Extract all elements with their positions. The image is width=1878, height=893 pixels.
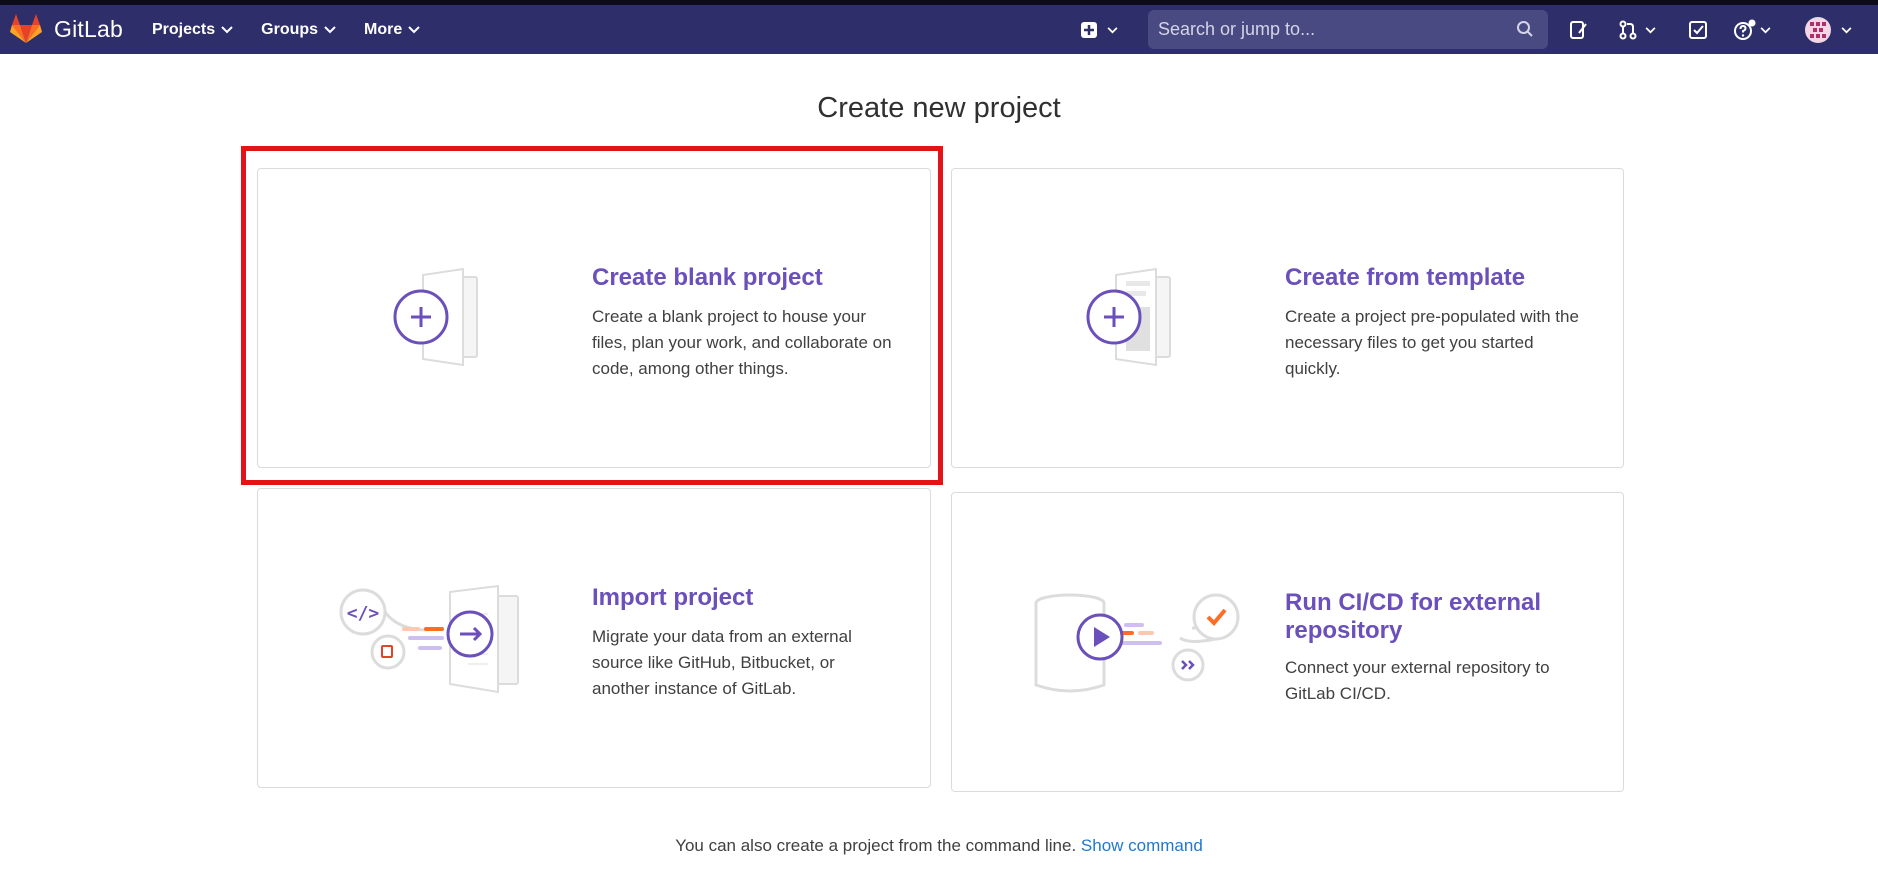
nav-more-dropdown[interactable]: More xyxy=(364,21,420,39)
card-description: Migrate your data from an external sourc… xyxy=(592,627,852,698)
chevron-down-icon xyxy=(1841,26,1852,33)
chevron-down-icon xyxy=(1760,26,1771,33)
nav-projects-label: Projects xyxy=(152,20,216,38)
import-illustration-icon: </> xyxy=(339,584,519,694)
todos-button[interactable] xyxy=(1688,15,1708,45)
chevron-down-icon xyxy=(1107,26,1118,33)
card-title: Run CI/CD for external repository xyxy=(1285,589,1542,644)
svg-text:</>: </> xyxy=(347,603,380,624)
card-title: Import project xyxy=(592,584,754,611)
new-item-dropdown[interactable] xyxy=(1080,15,1118,45)
show-command-link[interactable]: Show command xyxy=(1081,836,1203,855)
issues-button[interactable] xyxy=(1569,15,1589,45)
blank-project-illustration-icon xyxy=(393,267,478,367)
command-line-text: You can also create a project from the c… xyxy=(675,836,1077,855)
help-dropdown[interactable] xyxy=(1733,15,1771,45)
card-description: Create a blank project to house your fil… xyxy=(592,307,892,378)
chevron-down-icon xyxy=(408,25,420,33)
cicd-illustration-icon xyxy=(1034,593,1240,693)
nav-groups-label: Groups xyxy=(261,20,319,38)
chevron-down-icon xyxy=(1645,26,1656,33)
create-from-template-card[interactable]: Create from template Create a project pr… xyxy=(951,168,1624,468)
nav-groups-dropdown[interactable]: Groups xyxy=(261,21,336,39)
help-question-icon xyxy=(1734,19,1756,40)
card-title: Create from template xyxy=(1285,264,1526,291)
nav-more-label: More xyxy=(364,20,403,38)
merge-request-icon xyxy=(1619,20,1637,40)
command-line-hint: You can also create a project from the c… xyxy=(0,836,1878,856)
avatar xyxy=(1805,17,1831,43)
chevron-down-icon xyxy=(324,25,336,33)
card-description: Create a project pre-populated with the … xyxy=(1285,307,1579,378)
search-icon xyxy=(1517,21,1533,37)
search-input[interactable]: Search or jump to... xyxy=(1148,10,1548,49)
brand-name: GitLab xyxy=(54,15,123,42)
nav-menu: Projects Groups More xyxy=(152,5,448,54)
card-title: Create blank project xyxy=(592,264,823,291)
run-cicd-external-repo-card[interactable]: Run CI/CD for external repository Connec… xyxy=(951,492,1624,792)
merge-requests-dropdown[interactable] xyxy=(1618,15,1656,45)
gitlab-tanuki-icon xyxy=(10,14,42,43)
nav-projects-dropdown[interactable]: Projects xyxy=(152,21,233,39)
issues-icon xyxy=(1570,21,1587,39)
create-blank-project-card[interactable]: Create blank project Create a blank proj… xyxy=(257,168,931,468)
user-menu-dropdown[interactable] xyxy=(1804,15,1852,45)
import-project-card[interactable]: </> Import project Migrate your data fro… xyxy=(257,488,931,788)
search-placeholder: Search or jump to... xyxy=(1158,19,1316,39)
top-navbar: GitLab Projects Groups More Search or ju… xyxy=(0,5,1878,54)
chevron-down-icon xyxy=(221,25,233,33)
gitlab-logo[interactable]: GitLab xyxy=(10,14,123,44)
card-description: Connect your external repository to GitL… xyxy=(1285,658,1550,703)
template-illustration-icon xyxy=(1086,267,1171,367)
plus-square-icon xyxy=(1081,22,1097,38)
page-title: Create new project xyxy=(817,92,1061,124)
todo-check-icon xyxy=(1689,21,1707,39)
